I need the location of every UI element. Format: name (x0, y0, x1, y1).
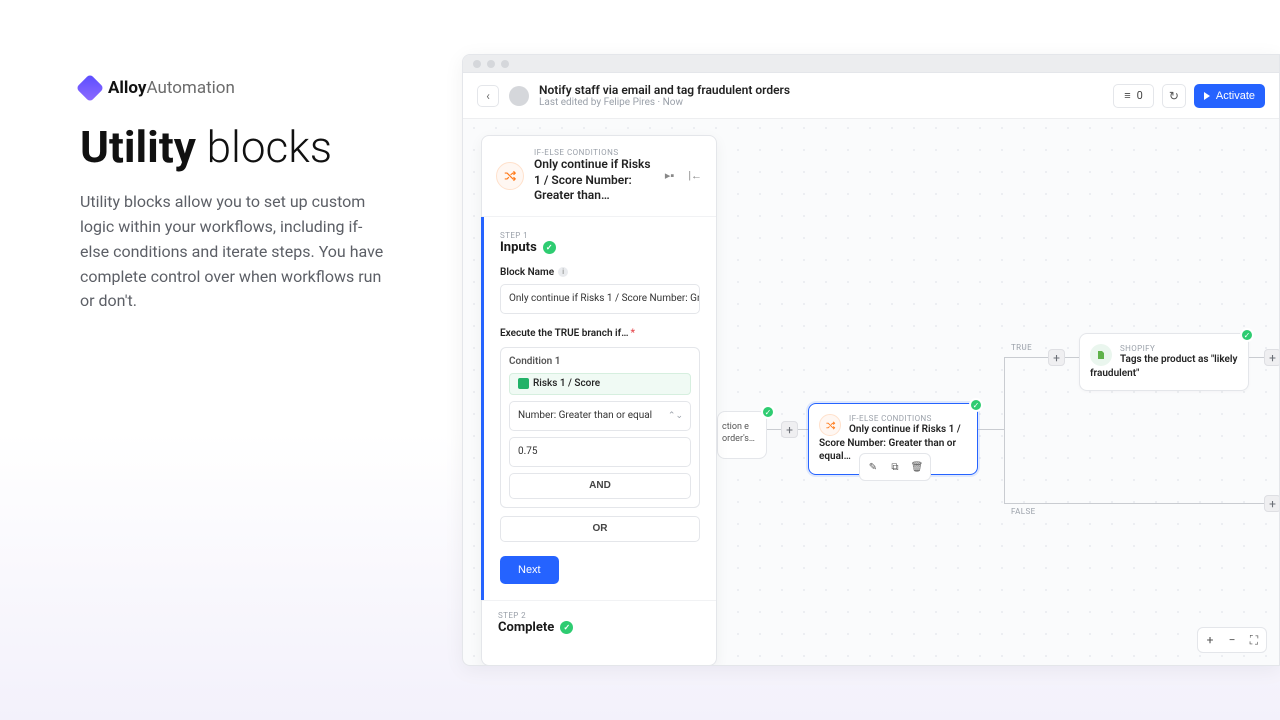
next-label: Next (518, 564, 541, 576)
traffic-light-icon (473, 60, 481, 68)
zoom-out-button[interactable]: − (1223, 631, 1241, 649)
workflow-avatar-icon (509, 86, 529, 106)
blockname-label: Block Name (500, 267, 554, 278)
workflow-subtitle: Last edited by Felipe Pires · Now (539, 97, 790, 108)
condition-block: Condition 1 Risks 1 / Score Number: Grea… (500, 347, 700, 508)
workflow-title: Notify staff via email and tag fraudulen… (539, 83, 790, 97)
window-chrome (463, 55, 1279, 73)
trash-icon: 🗑 (911, 462, 924, 473)
back-button[interactable]: ‹ (477, 85, 499, 107)
shopify-node[interactable]: SHOPIFY Tags the product as "likely frau… (1079, 333, 1249, 391)
variable-icon (518, 378, 529, 389)
fullscreen-icon: ⛶ (1250, 633, 1258, 648)
variable-chip[interactable]: Risks 1 / Score (509, 373, 691, 395)
variable-name: Risks 1 / Score (533, 378, 600, 389)
info-icon: i (558, 267, 568, 277)
brand: AlloyAutomation (80, 78, 390, 98)
delete-button[interactable]: 🗑 (908, 458, 926, 476)
refresh-button[interactable]: ↻ (1162, 84, 1186, 108)
add-node-button[interactable]: + (1264, 349, 1280, 366)
condition-title: Condition 1 (509, 356, 691, 367)
refresh-icon: ↻ (1169, 89, 1179, 103)
zoom-controls: + − ⛶ (1197, 627, 1267, 653)
step-label: STEP 1 (500, 231, 700, 240)
copy-icon: ⧉ (891, 462, 898, 473)
hero-body: Utility blocks allow you to set up custo… (80, 190, 390, 314)
or-button[interactable]: OR (500, 516, 700, 542)
fit-view-button[interactable]: ⛶ (1245, 631, 1263, 649)
inspector-panel: IF-ELSE CONDITIONS Only continue if Risk… (481, 135, 717, 666)
shuffle-icon (819, 414, 841, 436)
upstream-node-partial[interactable]: ction e order's… (717, 411, 767, 459)
node-title: Tags the product as "likely fraudulent" (1090, 353, 1238, 380)
check-icon: ✓ (543, 241, 556, 254)
blockname-value: Only continue if Risks 1 / Score Number:… (509, 293, 700, 304)
value-input[interactable]: 0.75 (509, 437, 691, 467)
step-label: STEP 2 (498, 611, 700, 620)
workflow-canvas[interactable]: ction e order's… ✓ + IF-ELSE CONDITIONS … (463, 117, 1279, 665)
traffic-light-icon (501, 60, 509, 68)
add-node-button[interactable]: + (1264, 495, 1280, 512)
edit-button[interactable]: ✎ (864, 458, 882, 476)
traffic-light-icon (487, 60, 495, 68)
or-label: OR (593, 523, 608, 534)
collapse-button[interactable]: |← (688, 169, 702, 182)
run-preview-button[interactable]: ▸▪ (665, 169, 674, 182)
panel-title: Only continue if Risks 1 / Score Number:… (534, 157, 651, 204)
zoom-in-button[interactable]: + (1201, 631, 1219, 649)
brand-name: Alloy (108, 78, 146, 98)
add-node-button[interactable]: + (1048, 349, 1065, 366)
and-button[interactable]: AND (509, 473, 691, 499)
panel-eyebrow: IF-ELSE CONDITIONS (534, 148, 651, 157)
check-icon: ✓ (761, 405, 775, 419)
shopify-icon (1090, 344, 1112, 366)
hero-light: blocks (196, 121, 332, 173)
duplicate-button[interactable]: ⧉ (886, 458, 904, 476)
hash-icon: ≡ (1124, 89, 1130, 102)
activate-label: Activate (1216, 90, 1255, 102)
activate-button[interactable]: Activate (1194, 84, 1265, 108)
and-label: AND (589, 480, 611, 491)
check-icon: ✓ (1240, 328, 1254, 342)
node-eyebrow: IF-ELSE CONDITIONS (819, 414, 967, 423)
blockname-input[interactable]: Only continue if Risks 1 / Score Number:… (500, 284, 700, 314)
step-title: Complete (498, 620, 554, 635)
counter-value: 0 (1137, 89, 1143, 102)
operator-value: Number: Greater than or equal (518, 410, 652, 421)
operator-select[interactable]: Number: Greater than or equal (509, 401, 691, 431)
check-icon: ✓ (560, 621, 573, 634)
execute-label: Execute the TRUE branch if… (500, 328, 628, 339)
app-window: ‹ Notify staff via email and tag fraudul… (462, 54, 1280, 666)
hero-heading: Utility blocks (80, 124, 390, 170)
node-toolbar: ✎ ⧉ 🗑 (859, 453, 931, 481)
topbar: ‹ Notify staff via email and tag fraudul… (463, 73, 1279, 119)
shuffle-icon (496, 162, 524, 190)
add-node-button[interactable]: + (781, 421, 798, 438)
false-branch-label: FALSE (1011, 507, 1036, 516)
next-button[interactable]: Next (500, 556, 559, 584)
partial-node-text: ction e order's… (722, 422, 756, 445)
step-title: Inputs (500, 240, 537, 255)
pencil-icon: ✎ (869, 462, 877, 473)
brand-suffix: Automation (146, 78, 234, 98)
brand-logo-icon (76, 74, 104, 102)
value-text: 0.75 (518, 446, 538, 457)
true-branch-label: TRUE (1011, 343, 1032, 352)
counter-pill[interactable]: ≡ 0 (1113, 84, 1154, 108)
check-icon: ✓ (969, 398, 983, 412)
chevron-updown-icon: ⌃⌄ (668, 411, 683, 421)
play-icon (1204, 92, 1210, 100)
node-eyebrow: SHOPIFY (1090, 344, 1238, 353)
hero-bold: Utility (80, 121, 196, 173)
